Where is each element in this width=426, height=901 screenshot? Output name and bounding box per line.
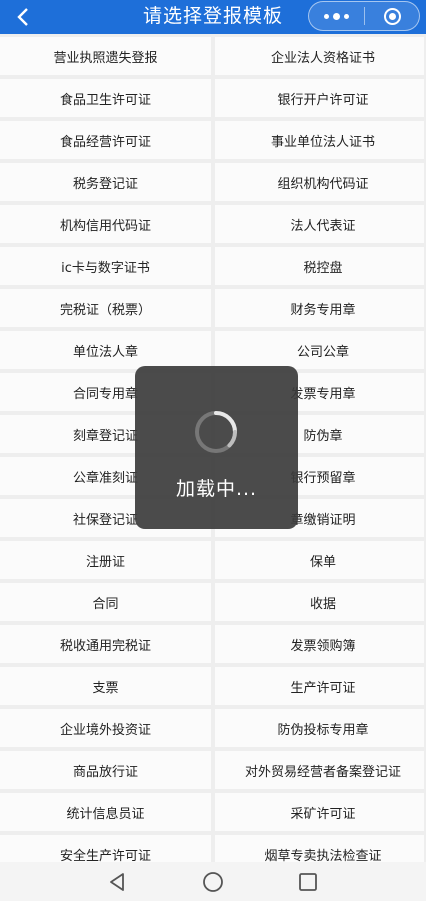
spinner-icon — [195, 411, 237, 453]
square-recents-icon — [299, 872, 318, 891]
template-item[interactable]: 单位法人章 — [0, 331, 211, 369]
miniapp-capsule — [308, 1, 420, 31]
system-nav-bar — [0, 862, 426, 901]
nav-back-button[interactable] — [103, 867, 133, 897]
template-item[interactable]: 营业执照遗失登报 — [0, 37, 211, 75]
template-item[interactable]: 税控盘 — [215, 247, 424, 285]
template-item[interactable]: 财务专用章 — [215, 289, 424, 327]
more-button[interactable] — [309, 2, 364, 30]
template-item[interactable]: 法人代表证 — [215, 205, 424, 243]
loading-toast: 加载中... — [135, 366, 298, 529]
template-item[interactable]: 商品放行证 — [0, 751, 211, 789]
template-item[interactable]: 企业境外投资证 — [0, 709, 211, 747]
template-item[interactable]: 企业法人资格证书 — [215, 37, 424, 75]
template-item[interactable]: 对外贸易经营者备案登记证 — [215, 751, 424, 789]
template-item[interactable]: 机构信用代码证 — [0, 205, 211, 243]
template-item[interactable]: 食品卫生许可证 — [0, 79, 211, 117]
triangle-back-icon — [109, 872, 124, 891]
template-item[interactable]: 事业单位法人证书 — [215, 121, 424, 159]
template-item[interactable]: 收据 — [215, 583, 424, 621]
template-item[interactable]: 发票领购簿 — [215, 625, 424, 663]
template-item[interactable]: 采矿许可证 — [215, 793, 424, 831]
template-item[interactable]: 税收通用完税证 — [0, 625, 211, 663]
template-item[interactable]: 支票 — [0, 667, 211, 705]
template-item[interactable]: 合同 — [0, 583, 211, 621]
nav-home-button[interactable] — [198, 867, 228, 897]
close-button[interactable] — [365, 2, 419, 30]
template-item[interactable]: 防伪投标专用章 — [215, 709, 424, 747]
template-item[interactable]: 注册证 — [0, 541, 211, 579]
template-item[interactable]: 组织机构代码证 — [215, 163, 424, 201]
template-item[interactable]: 食品经营许可证 — [0, 121, 211, 159]
more-dots-icon — [324, 13, 329, 19]
template-item[interactable]: 税务登记证 — [0, 163, 211, 201]
template-item[interactable]: 保单 — [215, 541, 424, 579]
template-item[interactable]: 生产许可证 — [215, 667, 424, 705]
template-item[interactable]: 公司公章 — [215, 331, 424, 369]
circle-home-icon — [203, 871, 223, 892]
template-item[interactable]: ic卡与数字证书 — [0, 247, 211, 285]
close-circle-icon — [383, 7, 401, 25]
nav-recents-button[interactable] — [293, 867, 323, 897]
app-header: 请选择登报模板 — [0, 0, 426, 34]
template-item[interactable]: 统计信息员证 — [0, 793, 211, 831]
template-item[interactable]: 完税证（税票） — [0, 289, 211, 327]
loading-text: 加载中... — [175, 478, 258, 500]
template-item[interactable]: 银行开户许可证 — [215, 79, 424, 117]
